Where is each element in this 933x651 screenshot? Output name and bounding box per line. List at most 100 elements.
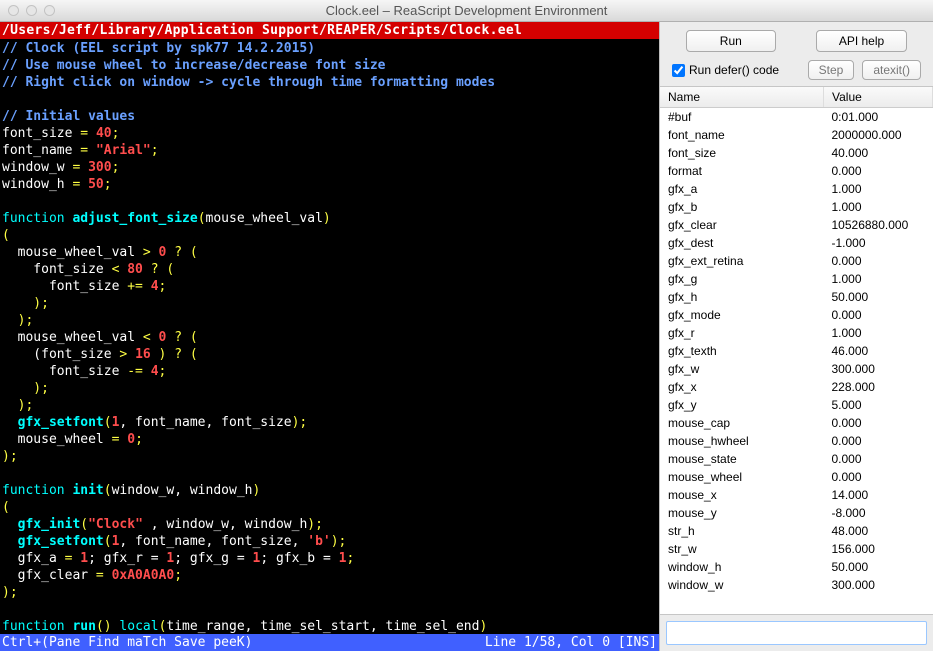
table-row[interactable]: mouse_x14.000	[660, 486, 933, 504]
table-row[interactable]: str_h48.000	[660, 522, 933, 540]
var-value: 0.000	[824, 450, 933, 468]
statusbar-left: Ctrl+(Pane Find maTch Save peeK)	[2, 635, 252, 650]
var-value: 1.000	[824, 180, 933, 198]
run-defer-check-input[interactable]	[672, 64, 685, 77]
col-name[interactable]: Name	[660, 87, 824, 108]
table-row[interactable]: gfx_r1.000	[660, 324, 933, 342]
var-value: 0.000	[824, 306, 933, 324]
editor-statusbar: Ctrl+(Pane Find maTch Save peeK) Line 1/…	[0, 634, 659, 651]
var-value: 300.000	[824, 360, 933, 378]
var-name: gfx_r	[660, 324, 824, 342]
debug-pane: Run API help Run defer() code Step atexi…	[659, 22, 933, 651]
var-name: gfx_x	[660, 378, 824, 396]
window-title: Clock.eel – ReaScript Development Enviro…	[0, 3, 933, 18]
table-row[interactable]: window_h50.000	[660, 558, 933, 576]
run-defer-label: Run defer() code	[689, 63, 779, 77]
table-row[interactable]: gfx_h50.000	[660, 288, 933, 306]
table-row[interactable]: gfx_dest-1.000	[660, 234, 933, 252]
var-name: mouse_cap	[660, 414, 824, 432]
run-button[interactable]: Run	[686, 30, 776, 52]
var-name: gfx_clear	[660, 216, 824, 234]
table-row[interactable]: mouse_hwheel0.000	[660, 432, 933, 450]
var-name: font_name	[660, 126, 824, 144]
var-value: 228.000	[824, 378, 933, 396]
var-name: font_size	[660, 144, 824, 162]
table-row[interactable]: gfx_x228.000	[660, 378, 933, 396]
var-value: -8.000	[824, 504, 933, 522]
var-value: 40.000	[824, 144, 933, 162]
table-row[interactable]: gfx_w300.000	[660, 360, 933, 378]
var-name: gfx_ext_retina	[660, 252, 824, 270]
var-name: format	[660, 162, 824, 180]
var-name: window_w	[660, 576, 824, 594]
step-button[interactable]: Step	[808, 60, 855, 80]
var-name: gfx_g	[660, 270, 824, 288]
var-name: gfx_h	[660, 288, 824, 306]
var-value: 50.000	[824, 288, 933, 306]
var-value: -1.000	[824, 234, 933, 252]
table-row[interactable]: mouse_y-8.000	[660, 504, 933, 522]
var-name: gfx_b	[660, 198, 824, 216]
var-value: 156.000	[824, 540, 933, 558]
var-name: gfx_y	[660, 396, 824, 414]
var-name: mouse_state	[660, 450, 824, 468]
var-value: 0.000	[824, 162, 933, 180]
table-row[interactable]: window_w300.000	[660, 576, 933, 594]
var-name: str_h	[660, 522, 824, 540]
table-row[interactable]: str_w156.000	[660, 540, 933, 558]
variables-table[interactable]: Name Value #buf0:01.000font_name2000000.…	[660, 86, 933, 615]
var-name: mouse_wheel	[660, 468, 824, 486]
table-row[interactable]: mouse_wheel0.000	[660, 468, 933, 486]
var-name: gfx_w	[660, 360, 824, 378]
var-name: str_w	[660, 540, 824, 558]
code-comment: // Initial values	[2, 109, 135, 124]
code-comment: // Use mouse wheel to increase/decrease …	[2, 58, 386, 73]
var-value: 46.000	[824, 342, 933, 360]
var-name: window_h	[660, 558, 824, 576]
code-comment: // Clock (EEL script by spk77 14.2.2015)	[2, 41, 315, 56]
var-value: 48.000	[824, 522, 933, 540]
var-value: 5.000	[824, 396, 933, 414]
var-value: 300.000	[824, 576, 933, 594]
table-row[interactable]: gfx_g1.000	[660, 270, 933, 288]
table-row[interactable]: mouse_cap0.000	[660, 414, 933, 432]
atexit-button[interactable]: atexit()	[862, 60, 921, 80]
var-value: 50.000	[824, 558, 933, 576]
run-defer-checkbox[interactable]: Run defer() code	[672, 63, 779, 77]
table-row[interactable]: gfx_clear10526880.000	[660, 216, 933, 234]
table-row[interactable]: gfx_ext_retina0.000	[660, 252, 933, 270]
var-name: #buf	[660, 108, 824, 127]
table-row[interactable]: gfx_texth46.000	[660, 342, 933, 360]
table-row[interactable]: gfx_b1.000	[660, 198, 933, 216]
var-value: 10526880.000	[824, 216, 933, 234]
statusbar-right: Line 1/58, Col 0 [INS]	[485, 635, 657, 650]
table-row[interactable]: font_name2000000.000	[660, 126, 933, 144]
api-help-button[interactable]: API help	[816, 30, 907, 52]
table-row[interactable]: format0.000	[660, 162, 933, 180]
var-value: 14.000	[824, 486, 933, 504]
var-value: 2000000.000	[824, 126, 933, 144]
table-row[interactable]: mouse_state0.000	[660, 450, 933, 468]
var-name: gfx_texth	[660, 342, 824, 360]
var-value: 0.000	[824, 468, 933, 486]
table-row[interactable]: gfx_mode0.000	[660, 306, 933, 324]
var-value: 0.000	[824, 432, 933, 450]
table-row[interactable]: gfx_a1.000	[660, 180, 933, 198]
var-value: 0.000	[824, 252, 933, 270]
table-row[interactable]: font_size40.000	[660, 144, 933, 162]
var-name: gfx_mode	[660, 306, 824, 324]
command-input[interactable]	[666, 621, 927, 645]
var-value: 0.000	[824, 414, 933, 432]
var-value: 0:01.000	[824, 108, 933, 127]
var-value: 1.000	[824, 324, 933, 342]
var-value: 1.000	[824, 198, 933, 216]
table-row[interactable]: gfx_y5.000	[660, 396, 933, 414]
var-name: gfx_a	[660, 180, 824, 198]
code-editor[interactable]: // Clock (EEL script by spk77 14.2.2015)…	[0, 39, 659, 634]
var-name: gfx_dest	[660, 234, 824, 252]
code-comment: // Right click on window -> cycle throug…	[2, 75, 495, 90]
col-value[interactable]: Value	[824, 87, 933, 108]
editor-pane: /Users/Jeff/Library/Application Support/…	[0, 22, 659, 651]
var-name: mouse_x	[660, 486, 824, 504]
table-row[interactable]: #buf0:01.000	[660, 108, 933, 127]
